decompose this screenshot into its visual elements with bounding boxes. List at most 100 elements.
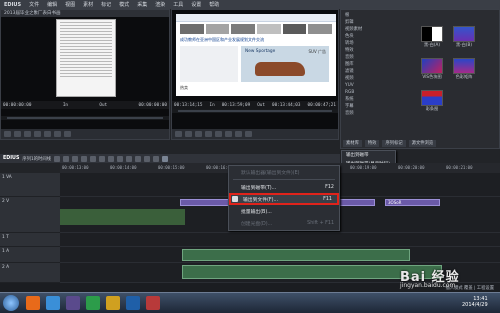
- track-header-1t[interactable]: 1 T: [0, 233, 60, 247]
- taskbar-app-icon[interactable]: [86, 296, 100, 310]
- undo-button[interactable]: [80, 155, 87, 162]
- track-header-2a[interactable]: 2 A: [0, 263, 60, 283]
- stop-button[interactable]: [205, 131, 212, 137]
- record-out-label: Out: [257, 102, 265, 108]
- taskbar-app-icon[interactable]: [26, 296, 40, 310]
- tree-item[interactable]: RGB: [341, 89, 401, 96]
- stop-button[interactable]: [44, 131, 51, 137]
- menu-item-output-to-tape[interactable]: 输出到磁带(T)... F12: [229, 181, 339, 193]
- taskbar-app-icon[interactable]: [106, 296, 120, 310]
- thumb-tile[interactable]: 黑-白(B): [453, 26, 475, 48]
- ripple-button[interactable]: [134, 155, 141, 162]
- thumbnail: [421, 90, 443, 106]
- set-in-button[interactable]: [4, 131, 11, 137]
- render-button[interactable]: [152, 155, 159, 162]
- source-tc-dur: 00:00:00:00: [138, 102, 167, 108]
- tab-bin[interactable]: 素材库: [343, 140, 362, 147]
- save-button[interactable]: [71, 155, 78, 162]
- tab-source-browser[interactable]: 源文件浏览: [408, 140, 437, 147]
- ruler-label: 00:00:20:00: [398, 165, 425, 170]
- track-1t[interactable]: [60, 233, 500, 247]
- ad-sub: SUV 广告: [308, 49, 326, 54]
- tree-item[interactable]: 音频: [341, 54, 401, 61]
- tree-item[interactable]: 视频: [341, 75, 401, 82]
- play-button[interactable]: [195, 131, 202, 137]
- tree-item[interactable]: 根: [341, 12, 401, 19]
- menu-marker[interactable]: 标记: [101, 1, 111, 8]
- tree-item[interactable]: 字幕: [341, 103, 401, 110]
- delete-button[interactable]: [125, 155, 132, 162]
- tree-item[interactable]: 转场: [341, 40, 401, 47]
- record-in-label: In: [209, 102, 215, 108]
- tree-item[interactable]: 剪辑: [341, 19, 401, 26]
- next-edit-button[interactable]: [225, 131, 232, 137]
- tree-item[interactable]: 色块: [341, 33, 401, 40]
- tree-item[interactable]: 图库: [341, 61, 401, 68]
- output-button[interactable]: [161, 155, 168, 162]
- audio-waveform-clip[interactable]: [60, 209, 185, 225]
- prev-edit-button[interactable]: [175, 131, 182, 137]
- loop-button[interactable]: [235, 131, 242, 137]
- tree-item[interactable]: 特效: [341, 47, 401, 54]
- paste-button[interactable]: [116, 155, 123, 162]
- track-header-1a[interactable]: 1 A: [0, 247, 60, 263]
- tab-markers[interactable]: 序列标记: [382, 140, 406, 147]
- taskbar-app-icon[interactable]: [46, 296, 60, 310]
- menu-tools[interactable]: 工具: [173, 1, 183, 8]
- menu-edit[interactable]: 编辑: [47, 1, 57, 8]
- submenu-item[interactable]: 输出到磁带: [342, 151, 395, 160]
- play-button[interactable]: [34, 131, 41, 137]
- taskbar-app-icon[interactable]: [66, 296, 80, 310]
- loop-button[interactable]: [64, 131, 71, 137]
- audio-clip[interactable]: [182, 249, 410, 261]
- tree-item[interactable]: 音频: [341, 110, 401, 117]
- thumb-tile[interactable]: 色彩矩阵: [453, 58, 475, 80]
- menu-file[interactable]: 文件: [29, 1, 39, 8]
- output-button[interactable]: [245, 131, 252, 137]
- start-button[interactable]: [3, 295, 19, 311]
- tree-item[interactable]: 视频素材: [341, 26, 401, 33]
- rewind-button[interactable]: [24, 131, 31, 137]
- video-clip-right[interactable]: 3OSoR: [385, 199, 440, 206]
- taskbar-app-icon[interactable]: [126, 296, 140, 310]
- menu-clip[interactable]: 素材: [83, 1, 93, 8]
- menu-item-output-to-file[interactable]: 输出到文件(F)... F11: [229, 193, 339, 205]
- snap-button[interactable]: [143, 155, 150, 162]
- menu-view[interactable]: 视图: [65, 1, 75, 8]
- car-advert: New Sportage SUV 广告: [241, 46, 329, 82]
- menu-item-batch-output[interactable]: 批量输出(B)...: [229, 205, 339, 217]
- app-logo: EDIUS: [4, 1, 22, 8]
- menu-mode[interactable]: 模式: [119, 1, 129, 8]
- cut-button[interactable]: [98, 155, 105, 162]
- edius-window: EDIUS 文件 编辑 视图 素材 标记 模式 采集 渲染 工具 设置 帮助 2…: [0, 0, 500, 313]
- redo-button[interactable]: [89, 155, 96, 162]
- ruler-label: 00:00:21:00: [446, 165, 473, 170]
- thumb-tile[interactable]: 彩条图: [421, 90, 443, 112]
- menu-item-label: 批量输出(B)...: [241, 209, 272, 215]
- forward-button[interactable]: [54, 131, 61, 137]
- tree-item[interactable]: YUV: [341, 82, 401, 89]
- set-out-button[interactable]: [14, 131, 21, 137]
- tree-item[interactable]: 滤镜: [341, 68, 401, 75]
- track-header-2v[interactable]: 2 V: [0, 197, 60, 233]
- menu-bar: EDIUS 文件 编辑 视图 素材 标记 模式 采集 渲染 工具 设置 帮助: [0, 0, 500, 9]
- menu-help[interactable]: 帮助: [209, 1, 219, 8]
- track-header-1va[interactable]: 1 VA: [0, 173, 60, 197]
- record-scrubber[interactable]: [172, 109, 338, 113]
- track-1a[interactable]: [60, 247, 500, 263]
- thumb-tile[interactable]: VIS色块图: [421, 58, 443, 80]
- menu-render[interactable]: 渲染: [155, 1, 165, 8]
- taskbar-app-icon[interactable]: [146, 296, 160, 310]
- menu-capture[interactable]: 采集: [137, 1, 147, 8]
- new-sequence-button[interactable]: [53, 155, 60, 162]
- copy-button[interactable]: [107, 155, 114, 162]
- forward-button[interactable]: [215, 131, 222, 137]
- menu-settings[interactable]: 设置: [191, 1, 201, 8]
- open-button[interactable]: [62, 155, 69, 162]
- tree-item[interactable]: 系统: [341, 96, 401, 103]
- thumb-tile[interactable]: 黑-白(A): [421, 26, 443, 48]
- rewind-button[interactable]: [185, 131, 192, 137]
- clip-label: 3OSoR: [388, 200, 402, 205]
- tab-effects[interactable]: 特效: [364, 140, 380, 147]
- source-scrubber[interactable]: [1, 116, 169, 120]
